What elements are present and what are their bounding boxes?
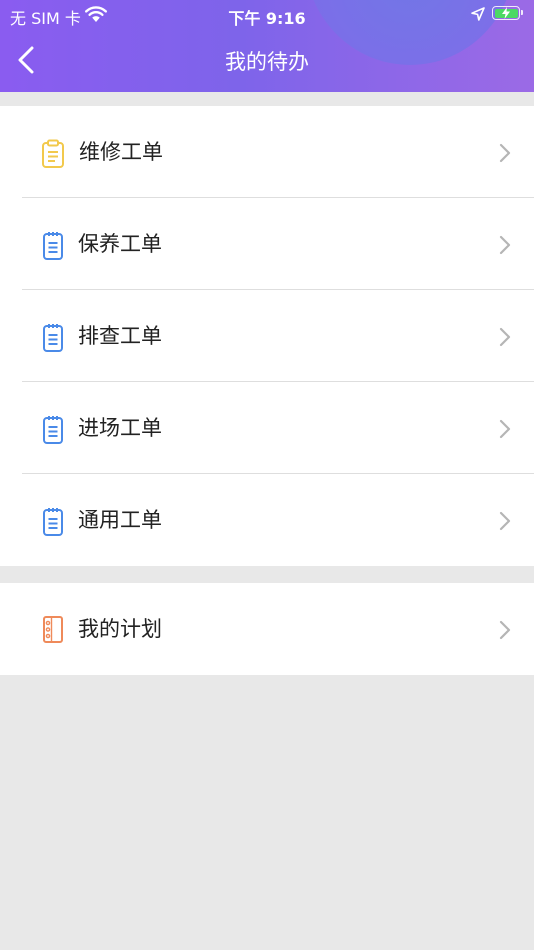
list-item-maintenance-order[interactable]: 保养工单 xyxy=(0,198,534,290)
list-item-label: 维修工单 xyxy=(79,140,163,164)
list-item-label: 我的计划 xyxy=(78,617,162,641)
chevron-right-icon xyxy=(499,235,511,255)
notepad-icon xyxy=(43,232,63,260)
notepad-icon xyxy=(43,416,63,444)
list-item-label: 排查工单 xyxy=(78,324,162,348)
chevron-right-icon xyxy=(499,327,511,347)
list-item-my-plan[interactable]: 我的计划 xyxy=(0,583,534,675)
notepad-icon xyxy=(43,324,63,352)
status-time: 下午 9:16 xyxy=(228,9,306,28)
list-item-label: 通用工单 xyxy=(78,508,162,532)
clipboard-icon xyxy=(42,139,64,168)
list-item-repair-order[interactable]: 维修工单 xyxy=(0,106,534,198)
notebook-icon xyxy=(43,616,63,643)
list-item-inspection-order[interactable]: 排查工单 xyxy=(0,290,534,382)
location-arrow-icon xyxy=(471,7,485,21)
chevron-right-icon xyxy=(499,620,511,640)
battery-icon xyxy=(492,6,523,20)
chevron-right-icon xyxy=(499,419,511,439)
chevron-right-icon xyxy=(499,511,511,531)
page-title: 我的待办 xyxy=(225,50,309,74)
nav-header: 无 SIM 卡 下午 9:16 我的待办 xyxy=(0,0,534,92)
charging-bolt-icon xyxy=(502,7,510,19)
notepad-icon xyxy=(43,508,63,536)
list-item-general-order[interactable]: 通用工单 xyxy=(0,474,534,566)
list-item-label: 进场工单 xyxy=(78,416,162,440)
list-item-site-entry-order[interactable]: 进场工单 xyxy=(0,382,534,474)
chevron-right-icon xyxy=(499,143,511,163)
work-order-list: 维修工单 保养工单 排查工单 进场工单 通用工单 xyxy=(0,106,534,566)
status-bar: 无 SIM 卡 下午 9:16 xyxy=(0,0,534,30)
plan-list: 我的计划 xyxy=(0,583,534,675)
list-item-label: 保养工单 xyxy=(78,232,162,256)
